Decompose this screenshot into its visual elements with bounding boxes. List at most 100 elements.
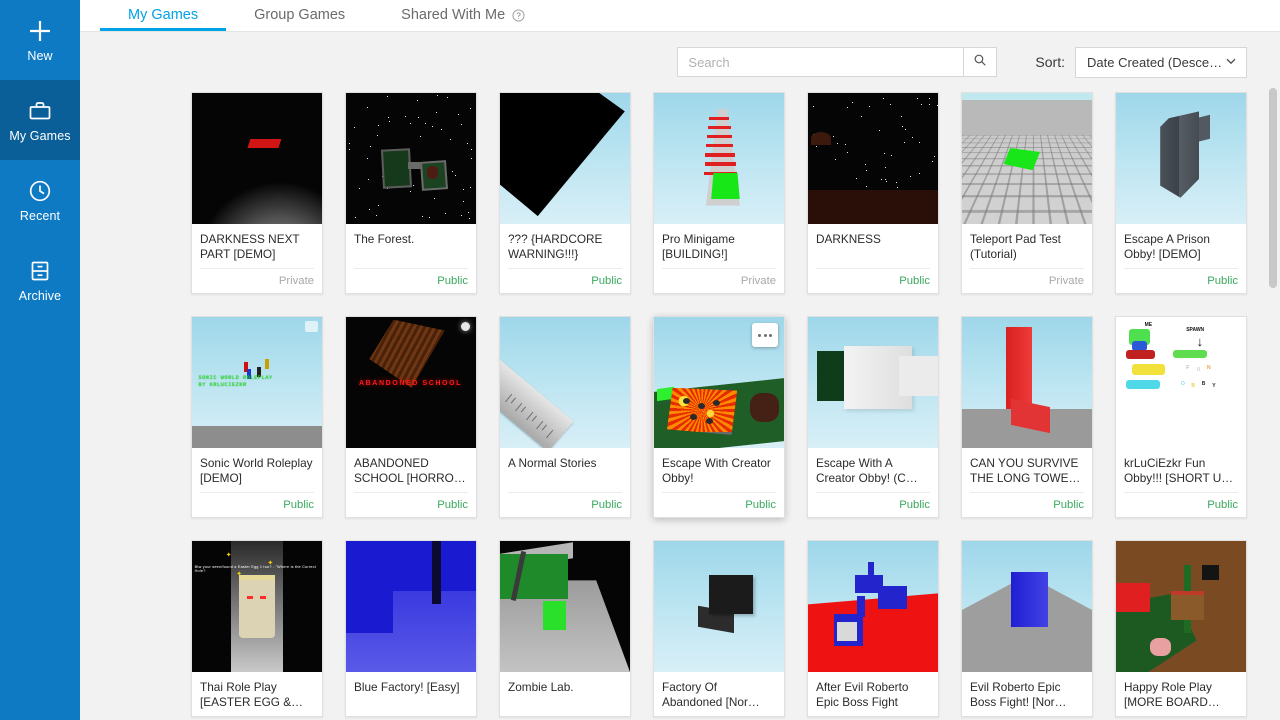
sidebar-item-new[interactable]: New [0,0,80,80]
vertical-scrollbar[interactable] [1266,32,1280,720]
privacy-badge: Public [437,275,468,287]
sidebar-item-my-games[interactable]: My Games [0,80,80,160]
game-title[interactable]: CAN YOU SURVIVE THE LONG TOWE… [970,456,1084,485]
thumbnail-art [808,541,938,672]
game-title[interactable]: Factory Of Abandoned [Nor… [662,680,776,709]
search-input[interactable] [677,47,964,77]
game-card-footer: Private [200,268,314,293]
game-thumbnail[interactable] [962,317,1092,448]
clock-icon [27,178,53,204]
game-card-body: ABANDONED SCHOOL [HORRO… [346,448,476,492]
game-thumbnail[interactable] [500,93,630,224]
game-thumbnail[interactable] [962,541,1092,672]
thumbnail-art [808,317,938,448]
game-title[interactable]: ??? {HARDCORE WARNING!!!} [508,232,622,261]
game-thumbnail[interactable] [192,93,322,224]
game-title[interactable]: Evil Roberto Epic Boss Fight! [Nor… [970,680,1084,709]
game-card-body: Escape With Creator Obby! [654,448,784,492]
game-title[interactable]: krLuCiEzkr Fun Obby!!! [SHORT U… [1124,456,1238,485]
game-title[interactable]: Escape A Prison Obby! [DEMO] [1124,232,1238,261]
game-card[interactable]: ME SPAWN ↓ F U N O B B Y krLuCiEzkr Fun Obby!!! [S… [1115,316,1247,518]
games-grid-area: DARKNESS NEXT PART [DEMO] Private The Fore… [80,92,1280,720]
game-title[interactable]: DARKNESS NEXT PART [DEMO] [200,232,314,261]
game-thumbnail[interactable] [808,93,938,224]
game-title[interactable]: After Evil Roberto Epic Boss Fight [816,680,930,709]
sidebar-item-archive[interactable]: Archive [0,240,80,320]
game-card[interactable]: Escape With Creator Obby! Public [653,316,785,518]
file-cabinet-icon [27,258,53,284]
game-card[interactable]: Escape A Prison Obby! [DEMO] Public [1115,92,1247,294]
game-card[interactable]: CAN YOU SURVIVE THE LONG TOWE… Public [961,316,1093,518]
game-title[interactable]: Escape With A Creator Obby! (C… [816,456,930,485]
game-thumbnail[interactable]: ME SPAWN ↓ F U N O B B Y [1116,317,1246,448]
game-card[interactable]: Blue Factory! [Easy] [345,540,477,717]
game-card-footer: Private [970,268,1084,293]
game-title[interactable]: A Normal Stories [508,456,622,471]
game-title[interactable]: Pro Minigame [BUILDING!] [662,232,776,261]
game-card[interactable]: Happy Role Play [MORE BOARD UP… [1115,540,1247,717]
tab-group-games[interactable]: Group Games [226,0,373,31]
game-thumbnail[interactable] [346,541,476,672]
game-title[interactable]: Escape With Creator Obby! [662,456,776,485]
game-card[interactable]: Factory Of Abandoned [Nor… [653,540,785,717]
game-card[interactable]: Escape With A Creator Obby! (C… Public [807,316,939,518]
game-thumbnail[interactable] [500,317,630,448]
game-title[interactable]: Zombie Lab. [508,680,622,695]
game-thumbnail[interactable]: Btw your seen/found a Easter Egg 1 too? … [192,541,322,672]
game-thumbnail[interactable] [808,541,938,672]
tab-label: My Games [128,7,199,23]
sidebar-item-recent[interactable]: Recent [0,160,80,240]
game-title[interactable]: Happy Role Play [MORE BOARD UP… [1124,680,1238,709]
game-card[interactable]: Zombie Lab. [499,540,631,717]
game-thumbnail[interactable] [346,93,476,224]
thumbnail-art [962,541,1092,672]
privacy-badge: Private [278,275,314,287]
game-card[interactable]: Pro Minigame [BUILDING!] Private [653,92,785,294]
scrollbar-thumb[interactable] [1269,88,1277,288]
game-title[interactable]: ABANDONED SCHOOL [HORRO… [354,456,468,485]
game-title[interactable]: DARKNESS [816,232,930,247]
game-thumbnail[interactable] [654,93,784,224]
game-thumbnail[interactable] [654,541,784,672]
privacy-badge: Public [745,499,776,511]
game-card[interactable]: DARKNESS NEXT PART [DEMO] Private [191,92,323,294]
game-title[interactable]: The Forest. [354,232,468,247]
game-card-more-options-button[interactable] [752,323,778,347]
game-thumbnail[interactable] [654,317,784,448]
game-card[interactable]: Teleport Pad Test (Tutorial) Private [961,92,1093,294]
game-card[interactable]: Btw your seen/found a Easter Egg 1 too? … [191,540,323,717]
game-thumbnail[interactable]: SONIC WORLD ROLEPLAY BY KRLUCIEZKR [192,317,322,448]
games-page: New My Games Recent Archive My Games Gro… [0,0,1280,720]
thumb-arrow-icon: ↓ [1196,334,1204,350]
game-card-body: Pro Minigame [BUILDING!] [654,224,784,268]
game-card[interactable]: DARKNESS Public [807,92,939,294]
game-thumbnail[interactable] [1116,93,1246,224]
game-title[interactable]: Blue Factory! [Easy] [354,680,468,695]
tab-my-games[interactable]: My Games [100,0,227,31]
game-card[interactable]: The Forest. Public [345,92,477,294]
game-thumbnail[interactable] [808,317,938,448]
game-thumbnail[interactable] [1116,541,1246,672]
game-card[interactable]: A Normal Stories Public [499,316,631,518]
game-title[interactable]: Thai Role Play [EASTER EGG & E… [200,680,314,709]
game-thumbnail[interactable] [500,541,630,672]
search-button[interactable] [963,47,998,77]
game-card[interactable]: Evil Roberto Epic Boss Fight! [Nor… [961,540,1093,717]
game-thumbnail[interactable] [962,93,1092,224]
sidebar-item-label: My Games [9,128,71,143]
game-card[interactable]: SONIC WORLD ROLEPLAY BY KRLUCIEZKR Sonic W… [191,316,323,518]
game-card-footer: Public [354,268,468,293]
game-thumbnail[interactable]: ABANDONED SCHOOL [346,317,476,448]
game-title[interactable]: Teleport Pad Test (Tutorial) [970,232,1084,261]
game-card[interactable]: After Evil Roberto Epic Boss Fight [807,540,939,717]
sidebar-item-label: Archive [18,288,62,303]
game-card[interactable]: ABANDONED SCHOOL ABANDONED SCHOOL [HORRO…… [345,316,477,518]
game-title[interactable]: Sonic World Roleplay [DEMO] [200,456,314,485]
tab-shared-with-me[interactable]: Shared With Me [373,0,553,31]
sort-select[interactable]: Date Created (Descen… [1075,46,1247,78]
thumbnail-art [346,93,476,224]
game-card[interactable]: ??? {HARDCORE WARNING!!!} Public [499,92,631,294]
game-card-body: After Evil Roberto Epic Boss Fight [808,672,938,716]
thumbnail-art [346,541,476,672]
help-icon[interactable] [512,8,525,22]
